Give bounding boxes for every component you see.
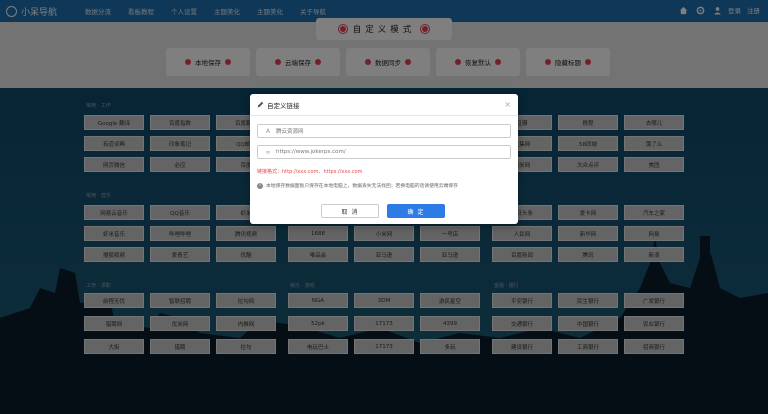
link-icon: ∞ (265, 148, 271, 156)
site-name-placeholder: 腾云资源网 (276, 129, 304, 135)
site-url-placeholder: https://www.jokerps.com/ (276, 149, 346, 155)
url-format-hint: 链接格式：http://xxx.com、https://xxx.com (257, 169, 363, 175)
pencil-icon (257, 101, 264, 108)
dialog-header: 自定义链接 (250, 94, 518, 116)
close-icon[interactable]: × (504, 100, 511, 109)
cancel-button[interactable]: 取 消 (321, 204, 379, 218)
site-name-input[interactable]: A 腾云资源网 (257, 124, 511, 138)
custom-link-dialog: 自定义链接 × A 腾云资源网 ∞ https://www.jokerps.co… (250, 94, 518, 224)
site-url-input[interactable]: ∞ https://www.jokerps.com/ (257, 145, 511, 159)
dialog-title: 自定义链接 (267, 101, 300, 110)
storage-note-text: 本地保存数据面板只保存在本地电脑上，数据丢失无法找回；若换电脑的话请使用云端保存 (266, 184, 458, 189)
storage-note: i 本地保存数据面板只保存在本地电脑上，数据丢失无法找回；若换电脑的话请使用云端… (257, 182, 458, 189)
confirm-button[interactable]: 确 定 (387, 204, 445, 218)
info-icon: i (257, 182, 263, 189)
text-icon: A (265, 127, 271, 135)
